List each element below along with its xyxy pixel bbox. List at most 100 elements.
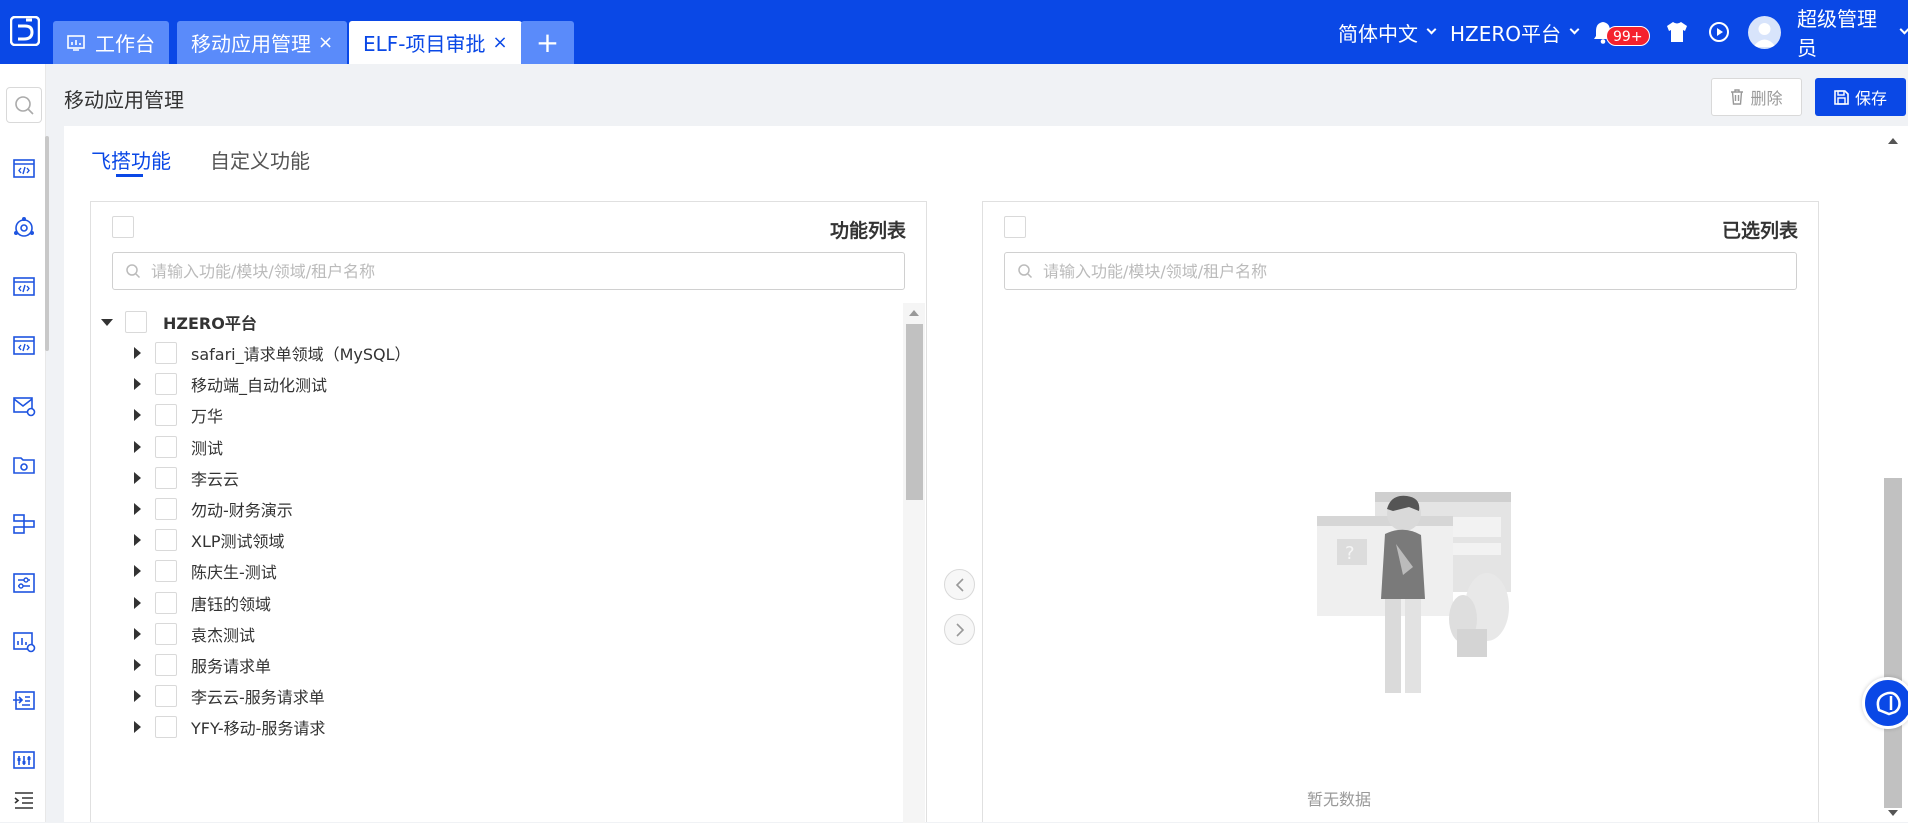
caret-right-icon[interactable] xyxy=(134,347,141,359)
tree-scrollbar-thumb[interactable] xyxy=(906,324,923,500)
tree-checkbox[interactable] xyxy=(125,311,147,333)
tree-checkbox[interactable] xyxy=(155,466,177,489)
function-search-input[interactable] xyxy=(151,261,891,281)
page-scrollbar-thumb[interactable] xyxy=(1884,478,1902,808)
delete-button[interactable]: 删除 xyxy=(1711,78,1802,116)
chevron-right-icon xyxy=(955,622,964,637)
move-left-button[interactable] xyxy=(944,569,975,600)
tree-node-label: 陈庆生-测试 xyxy=(191,563,277,583)
tab-elf-project-approval[interactable]: ELF-项目审批 × xyxy=(349,21,522,64)
tree-node[interactable]: YFY-移动-服务请求 xyxy=(134,708,325,746)
caret-right-icon[interactable] xyxy=(134,378,141,391)
select-all-checkbox[interactable] xyxy=(112,216,134,238)
selected-search-field xyxy=(1004,252,1797,290)
select-all-checkbox[interactable] xyxy=(1004,216,1026,238)
search-icon xyxy=(1018,264,1033,279)
tab-workbench[interactable]: 工作台 xyxy=(53,21,169,64)
caret-right-icon[interactable] xyxy=(134,627,141,640)
mail-settings-icon[interactable] xyxy=(12,394,36,418)
floating-assistant-button[interactable] xyxy=(1862,677,1908,729)
tree-checkbox[interactable] xyxy=(155,622,177,645)
chevron-left-icon xyxy=(955,577,964,592)
notification-badge: 99+ xyxy=(1606,26,1650,46)
code-window-icon[interactable] xyxy=(12,275,36,299)
avatar[interactable] xyxy=(1748,16,1781,49)
code-window-icon[interactable] xyxy=(12,157,36,181)
caret-down-icon[interactable] xyxy=(101,318,113,326)
platform-selector[interactable]: HZERO平台 xyxy=(1450,16,1580,48)
tree-node-label: 袁杰测试 xyxy=(191,625,256,645)
caret-right-icon[interactable] xyxy=(134,565,141,578)
tree-checkbox[interactable] xyxy=(155,498,177,520)
equalizer-icon[interactable] xyxy=(12,748,36,772)
tree-checkbox[interactable] xyxy=(155,591,177,614)
active-tab-indicator xyxy=(116,174,143,177)
save-button[interactable]: 保存 xyxy=(1815,78,1906,116)
tree-checkbox[interactable] xyxy=(155,560,177,583)
empty-state-illustration: ? xyxy=(1317,492,1511,693)
tree-node-label: 移动端_自动化测试 xyxy=(191,376,328,396)
user-name: 超级管理员 xyxy=(1797,7,1877,60)
add-tab-button[interactable]: + xyxy=(521,21,574,64)
svg-text:?: ? xyxy=(1345,543,1355,564)
menu-search-button[interactable] xyxy=(6,87,42,123)
form-entry-icon[interactable] xyxy=(12,689,36,713)
top-navigation-bar: 工作台 移动应用管理 × ELF-项目审批 × + 简体中文 HZERO平台 9… xyxy=(0,0,1908,64)
caret-right-icon[interactable] xyxy=(134,503,141,515)
tree-node-label: XLP测试领域 xyxy=(191,532,285,552)
shirt-icon[interactable] xyxy=(1665,16,1689,48)
caret-right-icon[interactable] xyxy=(134,440,141,453)
close-icon[interactable]: × xyxy=(318,32,333,53)
code-window-icon[interactable] xyxy=(12,334,36,358)
logo-icon[interactable] xyxy=(9,15,41,47)
caret-right-icon[interactable] xyxy=(134,409,141,422)
play-circle-icon[interactable] xyxy=(1708,16,1730,48)
tree-node-label: safari_请求单领域（MySQL） xyxy=(191,345,411,364)
layout-blocks-icon[interactable] xyxy=(12,512,36,536)
tree-checkbox[interactable] xyxy=(155,373,177,396)
function-list-panel: 功能列表 HZERO平台 safari_请求单领域（MySQL） 移动端_自动化测… xyxy=(90,201,927,823)
user-menu[interactable]: 超级管理员 xyxy=(1797,7,1908,60)
search-icon xyxy=(126,264,141,279)
caret-right-icon[interactable] xyxy=(134,596,141,609)
scroll-up-arrow-icon[interactable] xyxy=(909,310,919,316)
search-icon xyxy=(15,96,34,115)
page-title: 移动应用管理 xyxy=(64,88,184,112)
tree-node-label: YFY-移动-服务请求 xyxy=(191,719,326,739)
caret-right-icon[interactable] xyxy=(134,534,141,547)
scroll-up-arrow-icon[interactable] xyxy=(1888,138,1898,144)
folder-settings-icon[interactable] xyxy=(12,453,36,477)
tree-node-label: 李云云 xyxy=(191,469,240,489)
caret-right-icon[interactable] xyxy=(134,471,141,484)
form-sliders-icon[interactable] xyxy=(12,571,36,595)
close-icon[interactable]: × xyxy=(493,32,508,53)
tree-node-label: 服务请求单 xyxy=(191,657,272,676)
chevron-down-icon xyxy=(1899,24,1908,35)
tab-custom-functions[interactable]: 自定义功能 xyxy=(210,145,310,174)
panel-title: 已选列表 xyxy=(1721,220,1798,242)
tab-feida-functions[interactable]: 飞搭功能 xyxy=(91,145,171,174)
scroll-down-arrow-icon[interactable] xyxy=(1888,810,1898,816)
selected-search-input[interactable] xyxy=(1043,261,1783,281)
tree-node-label: 李云云-服务请求单 xyxy=(191,688,325,708)
tree-checkbox[interactable] xyxy=(155,435,177,458)
network-settings-icon[interactable] xyxy=(12,216,36,240)
tree-checkbox[interactable] xyxy=(155,529,177,552)
empty-state-text: 暂无数据 xyxy=(1307,790,1372,809)
left-sidebar xyxy=(0,64,49,822)
caret-right-icon[interactable] xyxy=(134,690,141,703)
move-right-button[interactable] xyxy=(944,614,975,645)
caret-right-icon[interactable] xyxy=(134,659,141,671)
tree-checkbox[interactable] xyxy=(155,654,177,676)
caret-right-icon[interactable] xyxy=(134,721,141,734)
tree-checkbox[interactable] xyxy=(155,404,177,427)
tree-checkbox[interactable] xyxy=(155,685,177,708)
tree-checkbox[interactable] xyxy=(155,716,177,739)
language-selector[interactable]: 简体中文 xyxy=(1338,16,1437,48)
tree-checkbox[interactable] xyxy=(155,342,177,364)
menu-collapse-icon[interactable] xyxy=(12,788,36,812)
tab-mobile-app-management[interactable]: 移动应用管理 × xyxy=(177,21,348,64)
tree-node-label: 勿动-财务演示 xyxy=(191,501,293,520)
chart-settings-icon[interactable] xyxy=(12,630,36,654)
sidebar-scrollbar[interactable] xyxy=(45,136,49,351)
